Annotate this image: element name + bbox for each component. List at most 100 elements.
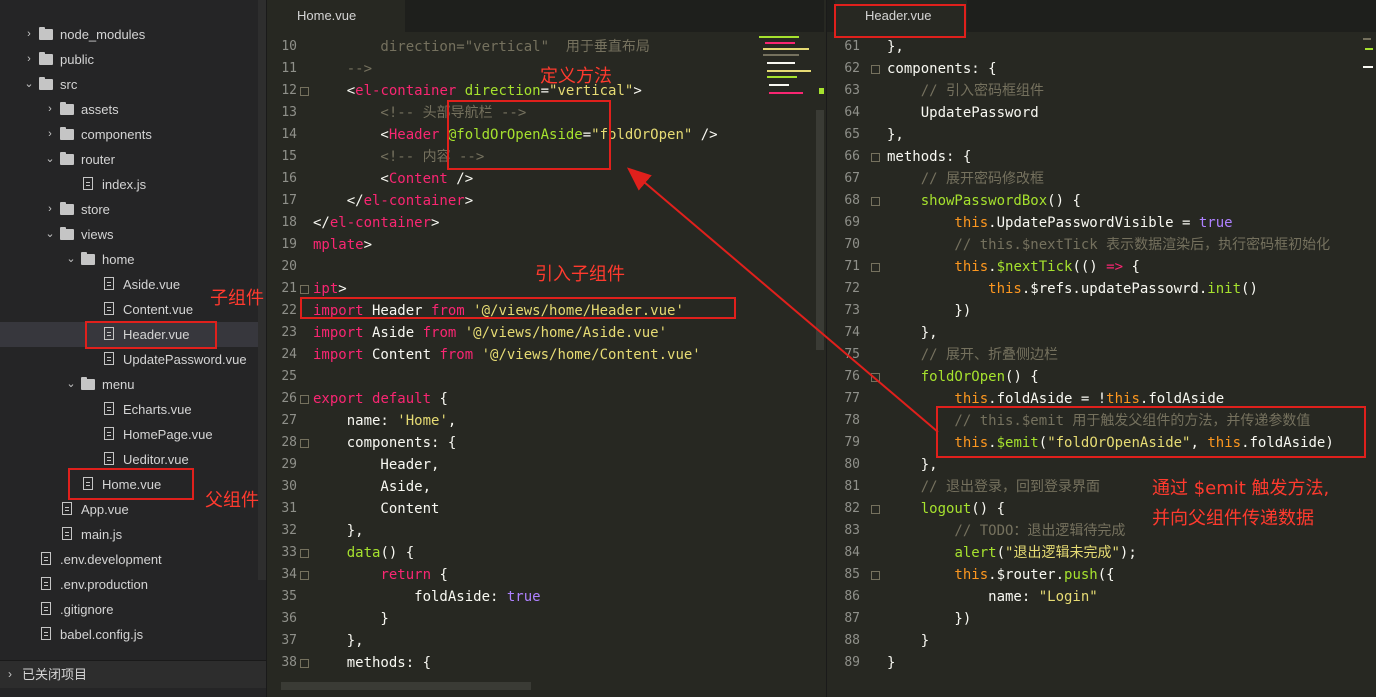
code-line[interactable]: 16 <Content /> bbox=[267, 168, 824, 190]
tree-file[interactable]: Ueditor.vue bbox=[0, 447, 266, 472]
tab-header-vue[interactable]: Header.vue bbox=[835, 0, 967, 32]
fold-toggle-icon[interactable] bbox=[300, 549, 309, 558]
code-line[interactable]: 74 }, bbox=[827, 322, 1376, 344]
chevron-down-icon[interactable]: ⌄ bbox=[44, 147, 56, 172]
code-line[interactable]: 20 bbox=[267, 256, 824, 278]
tree-file[interactable]: Content.vue bbox=[0, 297, 266, 322]
code-line[interactable]: 78 // this.$emit 用于触发父组件的方法，并传递参数值 bbox=[827, 410, 1376, 432]
code-line[interactable]: 12 <el-container direction="vertical"> bbox=[267, 80, 824, 102]
code-line[interactable]: 75 // 展开、折叠侧边栏 bbox=[827, 344, 1376, 366]
tree-folder[interactable]: ⌄ router bbox=[0, 147, 266, 172]
code-line[interactable]: 86 name: "Login" bbox=[827, 586, 1376, 608]
tree-file[interactable]: App.vue bbox=[0, 497, 266, 522]
code-line[interactable]: 62 components: { bbox=[827, 58, 1376, 80]
horizontal-scrollbar[interactable] bbox=[281, 682, 531, 690]
code-line[interactable]: 84 alert("退出逻辑未完成"); bbox=[827, 542, 1376, 564]
chevron-right-icon[interactable]: › bbox=[44, 97, 56, 122]
chevron-down-icon[interactable]: ⌄ bbox=[65, 372, 77, 397]
code-line[interactable]: 66 methods: { bbox=[827, 146, 1376, 168]
code-line[interactable]: 83 // TODO：退出逻辑待完成 bbox=[827, 520, 1376, 542]
code-line[interactable]: 22 import Header from '@/views/home/Heade… bbox=[267, 300, 824, 322]
code-line[interactable]: 31 Content bbox=[267, 498, 824, 520]
fold-toggle-icon[interactable] bbox=[300, 285, 309, 294]
fold-toggle-icon[interactable] bbox=[300, 571, 309, 580]
minimap[interactable] bbox=[759, 36, 824, 166]
code-line[interactable]: 27 name: 'Home', bbox=[267, 410, 824, 432]
code-line[interactable]: 21 ipt> bbox=[267, 278, 824, 300]
code-line[interactable]: 18 </el-container> bbox=[267, 212, 824, 234]
tree-file[interactable]: .env.production bbox=[0, 572, 266, 597]
tree-folder[interactable]: ⌄ menu bbox=[0, 372, 266, 397]
tree-file[interactable]: .env.development bbox=[0, 547, 266, 572]
tree-file[interactable]: .gitignore bbox=[0, 597, 266, 622]
code-line[interactable]: 89} bbox=[827, 652, 1376, 674]
code-line[interactable]: 26 export default { bbox=[267, 388, 824, 410]
code-line[interactable]: 17 </el-container> bbox=[267, 190, 824, 212]
chevron-down-icon[interactable]: ⌄ bbox=[44, 222, 56, 247]
code-line[interactable]: 38 methods: { bbox=[267, 652, 824, 674]
code-line[interactable]: 71 this.$nextTick(() => { bbox=[827, 256, 1376, 278]
code-line[interactable]: 14 <Header @foldOrOpenAside="foldOrOpen"… bbox=[267, 124, 824, 146]
code-line[interactable]: 15 <!-- 内容 --> bbox=[267, 146, 824, 168]
tree-file[interactable]: HomePage.vue bbox=[0, 422, 266, 447]
code-line[interactable]: 67 // 展开密码修改框 bbox=[827, 168, 1376, 190]
fold-toggle-icon[interactable] bbox=[871, 505, 880, 514]
code-line[interactable]: 88 } bbox=[827, 630, 1376, 652]
tree-folder[interactable]: › node_modules bbox=[0, 22, 266, 47]
code-line[interactable]: 64 UpdatePassword bbox=[827, 102, 1376, 124]
chevron-right-icon[interactable]: › bbox=[23, 47, 35, 72]
code-line[interactable]: 23 import Aside from '@/views/home/Aside.… bbox=[267, 322, 824, 344]
code-line[interactable]: 68 showPasswordBox() { bbox=[827, 190, 1376, 212]
sidebar-scrollbar[interactable] bbox=[258, 0, 266, 580]
tree-file[interactable]: Aside.vue bbox=[0, 272, 266, 297]
tree-folder[interactable]: › public bbox=[0, 47, 266, 72]
code-line[interactable]: 28 components: { bbox=[267, 432, 824, 454]
code-line[interactable]: 69 this.UpdatePasswordVisible = true bbox=[827, 212, 1376, 234]
tree-file[interactable]: Header.vue bbox=[0, 322, 266, 347]
code-line[interactable]: 13 <!-- 头部导航栏 --> bbox=[267, 102, 824, 124]
tab-home-vue[interactable]: Home.vue bbox=[267, 0, 405, 32]
tree-folder[interactable]: › components bbox=[0, 122, 266, 147]
tree-file[interactable]: UpdatePassword.vue bbox=[0, 347, 266, 372]
code-line[interactable]: 37 }, bbox=[267, 630, 824, 652]
fold-toggle-icon[interactable] bbox=[871, 263, 880, 272]
code-line[interactable]: 35 foldAside: true bbox=[267, 586, 824, 608]
code-line[interactable]: 76 foldOrOpen() { bbox=[827, 366, 1376, 388]
code-line[interactable]: 30 Aside, bbox=[267, 476, 824, 498]
code-line[interactable]: 79 this.$emit("foldOrOpenAside", this.fo… bbox=[827, 432, 1376, 454]
code-line[interactable]: 85 this.$router.push({ bbox=[827, 564, 1376, 586]
fold-toggle-icon[interactable] bbox=[871, 571, 880, 580]
fold-toggle-icon[interactable] bbox=[871, 373, 880, 382]
fold-toggle-icon[interactable] bbox=[871, 197, 880, 206]
code-line[interactable]: 10 direction="vertical" 用于垂直布局 bbox=[267, 36, 824, 58]
closed-projects-bar[interactable]: › 已关闭项目 bbox=[0, 660, 266, 688]
code-line[interactable]: 81 // 退出登录，回到登录界面 bbox=[827, 476, 1376, 498]
code-line[interactable]: 36 } bbox=[267, 608, 824, 630]
code-line[interactable]: 19 mplate> bbox=[267, 234, 824, 256]
fold-toggle-icon[interactable] bbox=[300, 87, 309, 96]
code-line[interactable]: 72 this.$refs.updatePassowrd.init() bbox=[827, 278, 1376, 300]
chevron-right-icon[interactable]: › bbox=[44, 122, 56, 147]
fold-toggle-icon[interactable] bbox=[300, 439, 309, 448]
code-line[interactable]: 32 }, bbox=[267, 520, 824, 542]
code-line[interactable]: 80 }, bbox=[827, 454, 1376, 476]
tree-folder[interactable]: ⌄ views bbox=[0, 222, 266, 247]
tree-folder[interactable]: › assets bbox=[0, 97, 266, 122]
minimap[interactable] bbox=[1363, 36, 1376, 166]
fold-toggle-icon[interactable] bbox=[300, 659, 309, 668]
chevron-right-icon[interactable]: › bbox=[23, 22, 35, 47]
code-line[interactable]: 61}, bbox=[827, 36, 1376, 58]
chevron-down-icon[interactable]: ⌄ bbox=[65, 247, 77, 272]
tree-folder[interactable]: ⌄ src bbox=[0, 72, 266, 97]
code-line[interactable]: 82 logout() { bbox=[827, 498, 1376, 520]
code-line[interactable]: 24 import Content from '@/views/home/Cont… bbox=[267, 344, 824, 366]
code-line[interactable]: 77 this.foldAside = !this.foldAside bbox=[827, 388, 1376, 410]
code-line[interactable]: 11 --> bbox=[267, 58, 824, 80]
chevron-down-icon[interactable]: ⌄ bbox=[23, 72, 35, 97]
fold-toggle-icon[interactable] bbox=[300, 395, 309, 404]
code-line[interactable]: 63 // 引入密码框组件 bbox=[827, 80, 1376, 102]
code-line[interactable]: 70 // this.$nextTick 表示数据渲染后，执行密码框初始化 bbox=[827, 234, 1376, 256]
tree-file[interactable]: Echarts.vue bbox=[0, 397, 266, 422]
code-line[interactable]: 34 return { bbox=[267, 564, 824, 586]
tree-folder[interactable]: › store bbox=[0, 197, 266, 222]
